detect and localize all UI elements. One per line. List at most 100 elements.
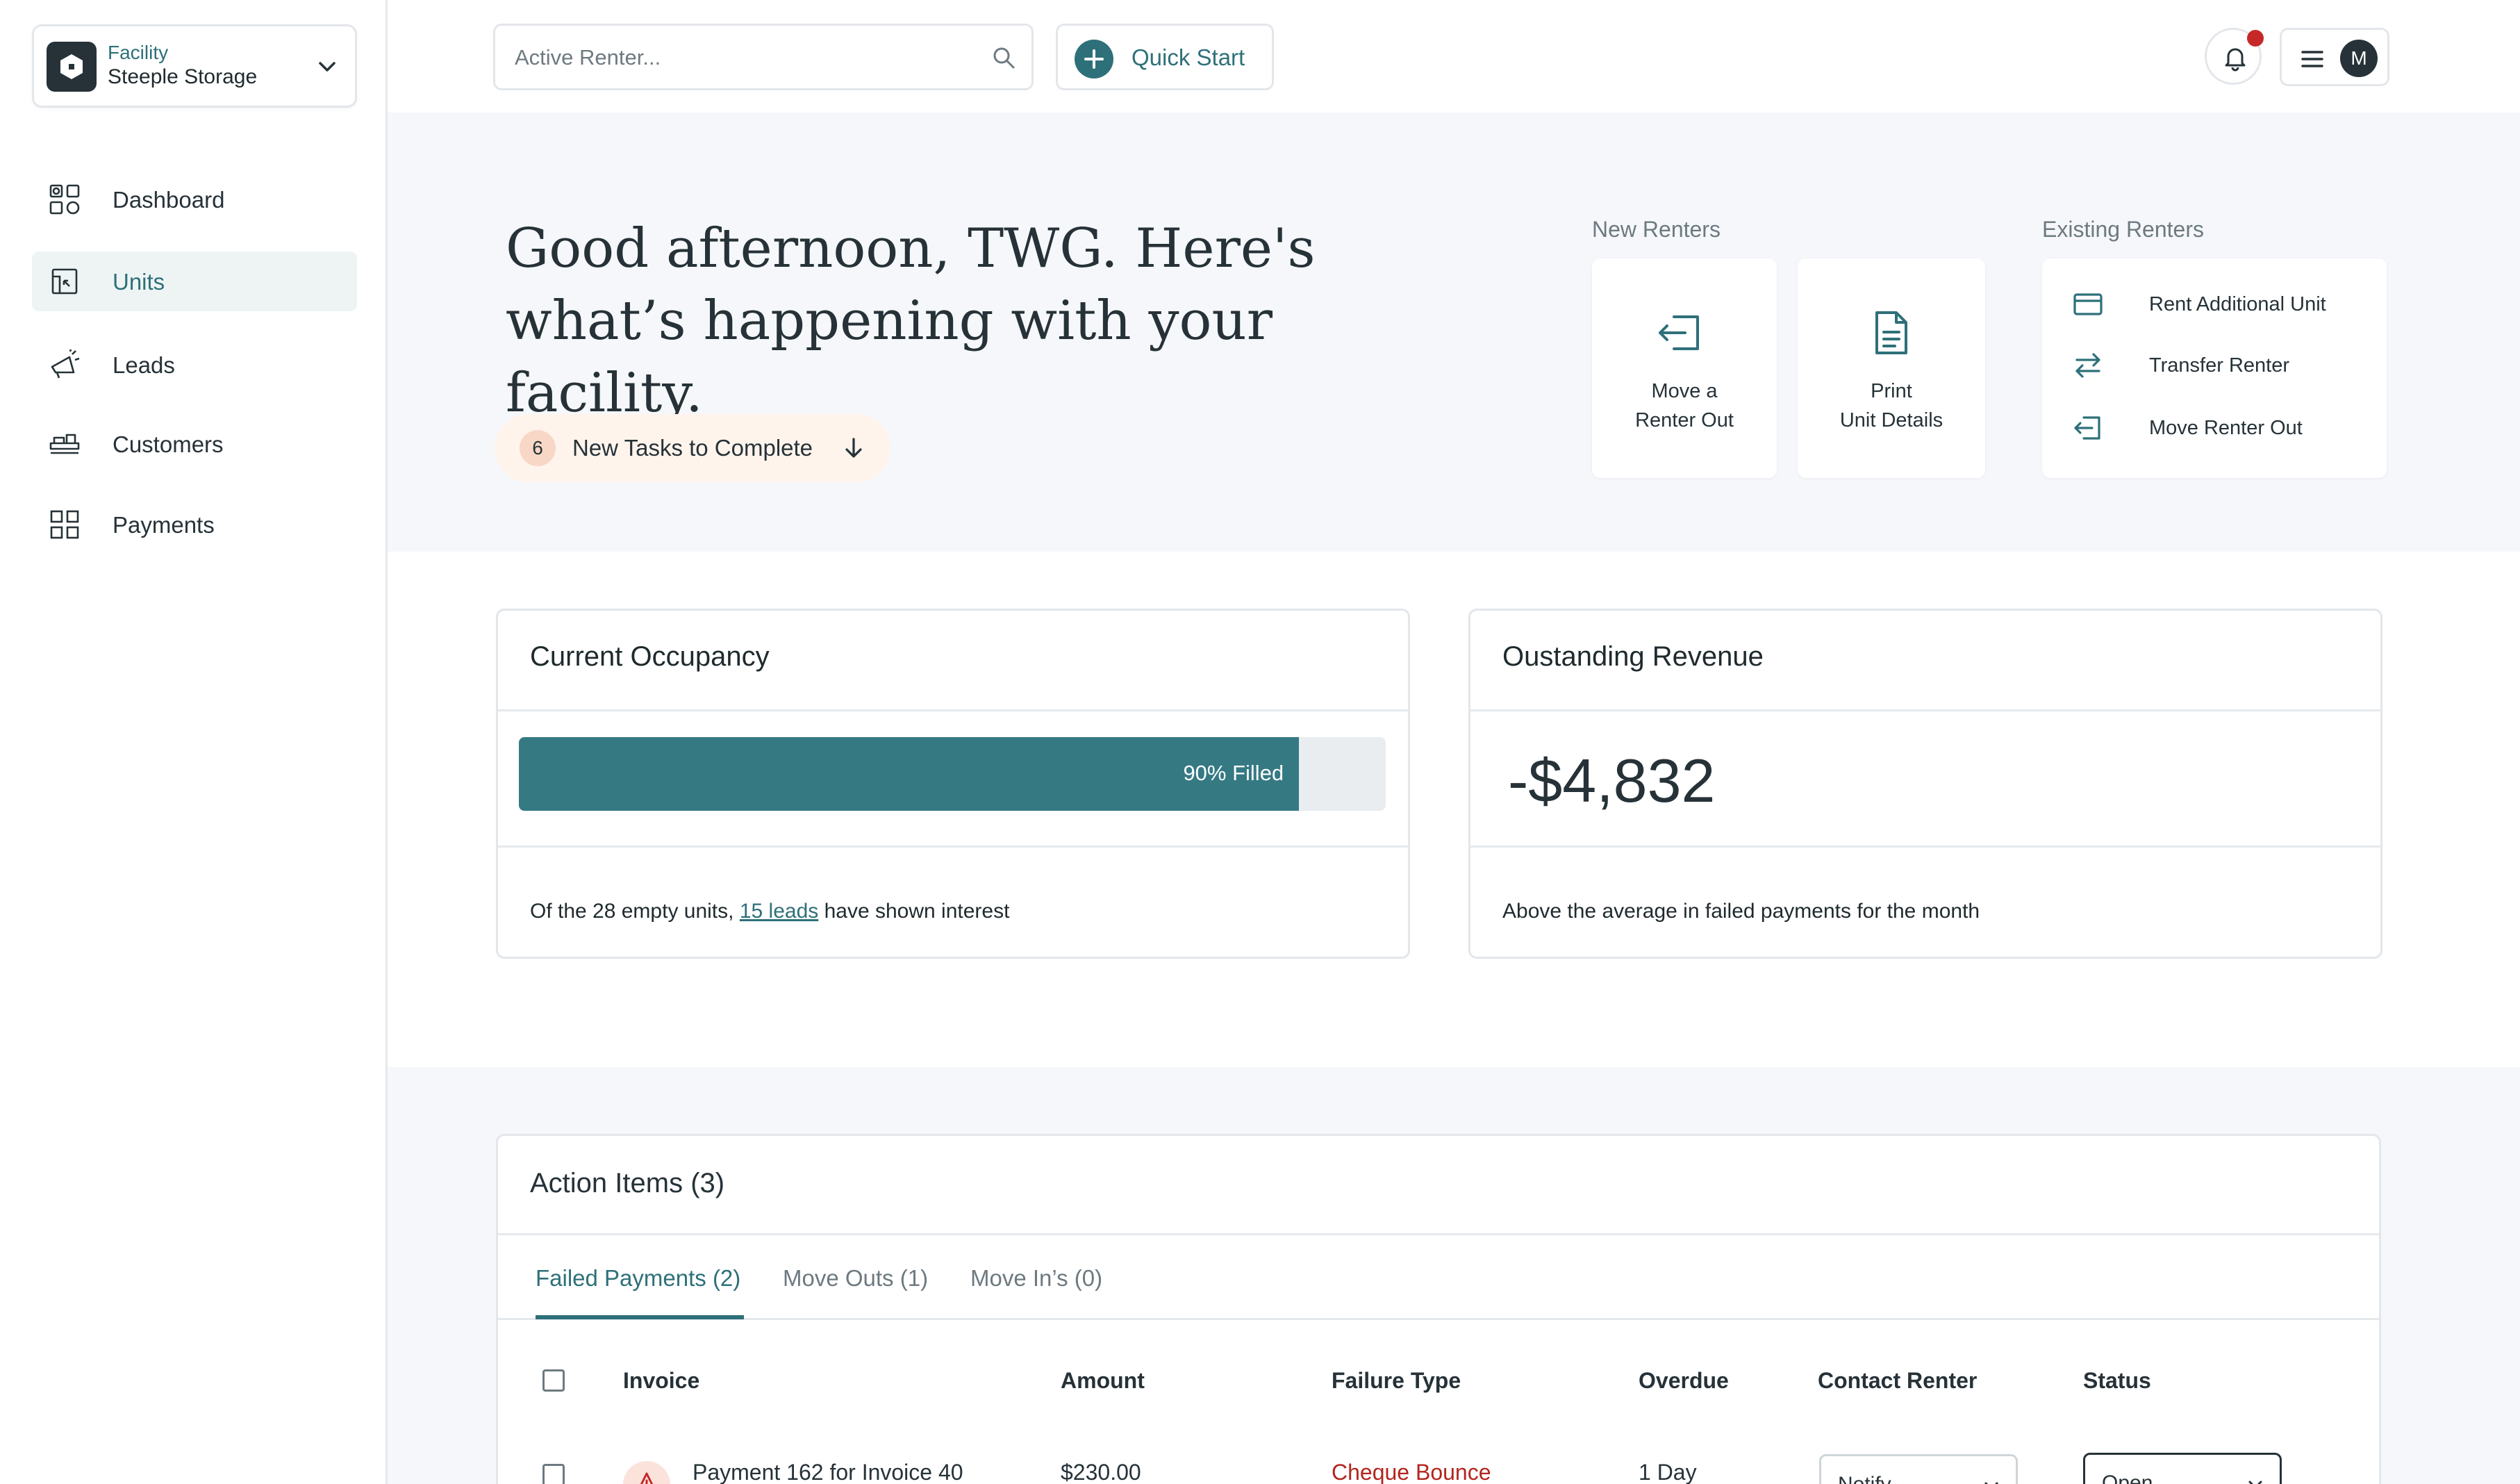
column-header-contact-renter[interactable]: Contact Renter — [1818, 1368, 1977, 1394]
status-select[interactable]: Open — [2083, 1453, 2282, 1484]
move-out-icon — [1659, 315, 1699, 350]
occupancy-progress-bar: 90% Filled — [519, 737, 1386, 811]
avatar: M — [2340, 40, 2378, 77]
dashboard-icon — [49, 184, 80, 215]
invoice-cell[interactable]: Payment 162 for Invoice 40 — [693, 1460, 963, 1484]
column-header-overdue[interactable]: Overdue — [1639, 1368, 1729, 1394]
transfer-icon — [2075, 353, 2100, 378]
quick-start-button[interactable]: Quick Start — [1056, 24, 1274, 90]
outstanding-revenue-card: Oustanding Revenue -$4,832 Above the ave… — [1468, 609, 2382, 959]
revenue-footnote: Above the average in failed payments for… — [1502, 900, 1980, 923]
card-line-1: Move a — [1651, 380, 1718, 402]
occupancy-filled-label: 90% Filled — [1183, 761, 1284, 785]
sidebar-item-label: Payments — [113, 512, 215, 538]
page-greeting: Good afternoon, TWG. Here's what’s happe… — [506, 217, 1316, 424]
warning-icon — [623, 1461, 670, 1484]
leads-link[interactable]: 15 leads — [740, 900, 818, 923]
search-box[interactable] — [493, 24, 1034, 90]
plus-icon — [1075, 40, 1113, 79]
rent-additional-unit-link[interactable]: Rent Additional Unit — [2073, 288, 2351, 322]
action-items-title: Action Items (3) — [530, 1168, 725, 1198]
footnote-text: have shown interest — [818, 900, 1010, 923]
transfer-renter-link[interactable]: Transfer Renter — [2073, 349, 2351, 384]
sidebar-item-leads[interactable]: Leads — [32, 335, 357, 395]
tab-failed-payments[interactable]: Failed Payments (2) — [536, 1265, 740, 1292]
sidebar-item-label: Units — [113, 269, 165, 295]
existing-renters-card: Rent Additional Unit Transfer Renter Mov… — [2042, 258, 2387, 478]
existing-item-label: Rent Additional Unit — [2149, 293, 2326, 315]
bell-icon — [2225, 48, 2246, 72]
divider — [1470, 709, 2380, 711]
sidebar-item-dashboard[interactable]: Dashboard — [32, 170, 357, 229]
search-icon[interactable] — [991, 45, 1016, 70]
divider — [498, 1318, 2379, 1320]
divider — [498, 1233, 2379, 1235]
sidebar-item-customers[interactable]: Customers — [32, 414, 357, 474]
divider — [498, 709, 1408, 711]
current-occupancy-card: Current Occupancy 90% Filled Of the 28 e… — [496, 609, 1410, 959]
card-line-2: Renter Out — [1635, 409, 1734, 431]
megaphone-icon — [51, 349, 80, 379]
card-title: Current Occupancy — [530, 641, 770, 672]
amount-cell: $230.00 — [1061, 1460, 1141, 1484]
card-line-2: Unit Details — [1839, 409, 1943, 431]
arrow-down-icon — [845, 438, 862, 458]
revenue-value: -$4,832 — [1508, 746, 1716, 815]
column-header-failure-type[interactable]: Failure Type — [1332, 1368, 1461, 1394]
facility-label: Facility — [108, 42, 169, 63]
sidebar-item-label: Dashboard — [113, 187, 225, 213]
facility-name: Steeple Storage — [108, 65, 258, 88]
quick-start-label: Quick Start — [1131, 44, 1245, 70]
select-value: Open — [2102, 1471, 2153, 1484]
tab-move-outs[interactable]: Move Outs (1) — [783, 1265, 928, 1292]
sidebar-item-payments[interactable]: Payments — [32, 495, 357, 554]
search-input[interactable] — [515, 42, 959, 73]
chevron-down-icon — [319, 62, 335, 72]
existing-item-label: Move Renter Out — [2149, 417, 2303, 439]
document-icon — [1875, 311, 1907, 354]
action-items-panel: Action Items (3) Failed Payments (2) Mov… — [496, 1134, 2381, 1484]
chevron-down-icon — [1984, 1482, 1998, 1484]
hamburger-menu-icon — [2301, 51, 2323, 67]
user-menu-button[interactable]: M — [2280, 28, 2389, 86]
print-unit-details-card[interactable]: Print Unit Details — [1798, 258, 1985, 478]
tasks-count-badge: 6 — [520, 430, 556, 466]
facility-logo-icon — [47, 42, 97, 92]
failure-type-cell: Cheque Bounce — [1332, 1460, 1491, 1484]
divider — [1470, 846, 2380, 848]
notifications-button[interactable] — [2205, 28, 2264, 85]
existing-item-label: Transfer Renter — [2149, 354, 2289, 377]
sidebar-item-label: Customers — [113, 431, 224, 457]
grid-icon — [50, 510, 79, 539]
move-out-icon — [2074, 416, 2100, 440]
column-header-invoice[interactable]: Invoice — [623, 1368, 699, 1394]
occupancy-progress-fill: 90% Filled — [519, 737, 1300, 811]
chevron-down-icon — [2248, 1481, 2262, 1484]
contact-renter-select[interactable]: Notify — [1819, 1454, 2018, 1484]
active-tab-indicator — [536, 1315, 744, 1319]
card-line-1: Print — [1871, 380, 1912, 402]
units-icon — [51, 268, 78, 295]
existing-renters-title: Existing Renters — [2042, 217, 2204, 242]
new-tasks-button[interactable]: 6 New Tasks to Complete — [495, 414, 890, 482]
credit-card-icon — [2073, 293, 2103, 315]
sidebar-item-label: Leads — [113, 352, 175, 378]
move-renter-out-card[interactable]: Move a Renter Out — [1592, 258, 1777, 478]
select-all-checkbox[interactable] — [542, 1369, 565, 1392]
row-checkbox[interactable] — [542, 1464, 565, 1484]
move-renter-out-link[interactable]: Move Renter Out — [2073, 411, 2351, 446]
sidebar-item-units[interactable]: Units — [32, 252, 357, 311]
new-renters-title: New Renters — [1592, 217, 1721, 242]
tab-move-ins[interactable]: Move In’s (0) — [970, 1265, 1102, 1292]
occupancy-footnote: Of the 28 empty units, 15 leads have sho… — [530, 900, 1009, 923]
tasks-label: New Tasks to Complete — [572, 435, 813, 461]
select-value: Notify — [1838, 1473, 1891, 1484]
notification-dot — [2247, 30, 2264, 47]
divider — [498, 846, 1408, 848]
column-header-status[interactable]: Status — [2083, 1368, 2151, 1394]
footnote-text: Of the 28 empty units, — [530, 900, 740, 923]
column-header-amount[interactable]: Amount — [1061, 1368, 1145, 1394]
card-title: Oustanding Revenue — [1502, 641, 1764, 672]
facility-selector[interactable]: Facility Steeple Storage — [32, 24, 357, 108]
overdue-cell: 1 Day — [1639, 1460, 1697, 1484]
